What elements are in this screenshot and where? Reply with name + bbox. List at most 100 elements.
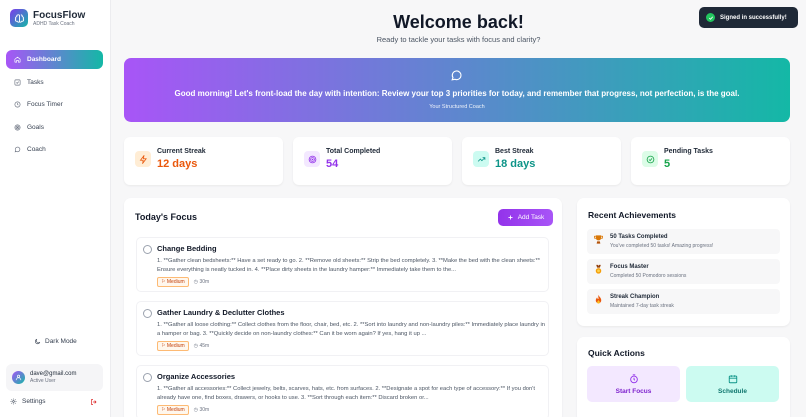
- stat-label: Total Completed: [326, 148, 381, 155]
- sidebar-item-label: Coach: [27, 146, 46, 153]
- flame-icon: [595, 294, 602, 304]
- settings-button[interactable]: Settings: [10, 398, 46, 405]
- stat-label: Best Streak: [495, 148, 534, 155]
- user-status: Active User: [30, 378, 56, 384]
- stat-value: 12 days: [157, 158, 198, 170]
- logout-icon: [91, 398, 97, 406]
- brand[interactable]: FocusFlow ADHD Task Coach: [10, 9, 85, 27]
- trophy-icon: [594, 235, 603, 244]
- start-focus-button[interactable]: Start Focus: [587, 366, 680, 402]
- sidebar-item-tasks[interactable]: Tasks: [6, 73, 103, 92]
- sidebar-item-focus-timer[interactable]: Focus Timer: [6, 95, 103, 114]
- stat-value: 18 days: [495, 158, 536, 170]
- section-title: Quick Actions: [588, 348, 645, 358]
- task-title: Change Bedding: [157, 244, 217, 253]
- schedule-label: Schedule: [718, 387, 747, 395]
- priority-badge: ⚐ Medium: [157, 405, 189, 415]
- lightning-icon: [135, 151, 151, 167]
- task-description: 1. **Gather all loose clothing:** Collec…: [157, 322, 545, 337]
- gear-icon: [10, 398, 17, 405]
- sidebar-item-dashboard[interactable]: Dashboard: [6, 50, 103, 69]
- task-description: 1. **Gather all accessories:** Collect j…: [157, 386, 535, 401]
- moon-icon: [35, 338, 41, 344]
- task-meta: ⚐ Medium ◷ 45m: [157, 341, 209, 351]
- page-subtitle: Ready to tackle your tasks with focus an…: [376, 35, 541, 44]
- trend-up-icon: [473, 151, 489, 167]
- achievement-name: 50 Tasks Completed: [610, 234, 668, 240]
- section-title: Today's Focus: [135, 212, 197, 222]
- stat-total-completed: Total Completed 54: [293, 137, 452, 185]
- achievement-desc: You've completed 50 tasks! Amazing progr…: [610, 243, 714, 249]
- section-title: Recent Achievements: [588, 210, 677, 220]
- task-checkbox[interactable]: [143, 373, 152, 382]
- achievement-name: Streak Champion: [610, 294, 660, 300]
- task-duration: ◷ 30m: [193, 279, 210, 285]
- achievement-desc: Completed 50 Pomodoro sessions: [610, 273, 687, 279]
- clock-icon: [14, 101, 21, 108]
- user-profile[interactable]: dave@gmail.com Active User: [6, 364, 103, 391]
- task-checkbox[interactable]: [143, 245, 152, 254]
- schedule-button[interactable]: Schedule: [686, 366, 779, 402]
- sidebar-item-label: Tasks: [27, 78, 44, 86]
- task-duration: ◷ 45m: [193, 343, 210, 349]
- brand-name: FocusFlow: [33, 9, 86, 21]
- task-description: 1. **Gather clean bedsheets:** Have a se…: [157, 258, 541, 273]
- coach-banner: Good morning! Let's front-load the day w…: [124, 58, 790, 122]
- chat-icon: [14, 146, 21, 153]
- achievement-desc: Maintained 7-day task streak: [610, 303, 674, 309]
- user-icon: [15, 374, 22, 381]
- task-duration: ◷ 30m: [193, 407, 210, 413]
- main-content: Welcome back! Ready to tackle your tasks…: [111, 0, 806, 417]
- home-icon: [14, 56, 21, 63]
- coach-message: Good morning! Let's front-load the day w…: [174, 89, 740, 98]
- target-icon: [304, 151, 320, 167]
- achievements-panel: Recent Achievements 50 Tasks Completed Y…: [577, 198, 790, 326]
- stat-best-streak: Best Streak 18 days: [462, 137, 621, 185]
- stat-value: 54: [326, 158, 339, 170]
- sidebar-item-label: Dashboard: [27, 56, 61, 63]
- stat-label: Current Streak: [157, 148, 206, 155]
- logout-button[interactable]: [90, 398, 98, 408]
- start-focus-label: Start Focus: [615, 387, 652, 395]
- target-icon: [14, 124, 21, 130]
- sidebar-item-label: Goals: [27, 123, 44, 131]
- achievement-item: Focus Master Completed 50 Pomodoro sessi…: [587, 259, 780, 284]
- stat-pending-tasks: Pending Tasks 5: [631, 137, 790, 185]
- settings-label: Settings: [22, 398, 46, 405]
- task-meta: ⚐ Medium ◷ 30m: [157, 405, 209, 415]
- calendar-icon: [728, 374, 737, 383]
- stat-current-streak: Current Streak 12 days: [124, 137, 283, 185]
- achievement-item: Streak Champion Maintained 7-day task st…: [587, 289, 780, 314]
- checklist-icon: [14, 79, 21, 85]
- stat-value: 5: [664, 158, 671, 170]
- sidebar: FocusFlow ADHD Task Coach Dashboard Task…: [0, 0, 111, 417]
- task-card[interactable]: Organize Accessories 1. **Gather all acc…: [136, 365, 549, 417]
- task-checkbox[interactable]: [143, 309, 152, 318]
- chat-bubble-icon: [451, 70, 462, 81]
- task-title: Gather Laundry & Declutter Clothes: [157, 308, 285, 317]
- dark-mode-toggle[interactable]: Dark Mode: [34, 338, 77, 345]
- check-circle-icon: [706, 13, 715, 22]
- add-task-label: Add Task: [517, 214, 545, 221]
- timer-icon: [629, 373, 638, 383]
- priority-badge: ⚐ Medium: [157, 341, 189, 351]
- task-card[interactable]: Change Bedding 1. **Gather clean bedshee…: [136, 237, 549, 292]
- task-card[interactable]: Gather Laundry & Declutter Clothes 1. **…: [136, 301, 549, 356]
- medal-icon: [595, 264, 602, 274]
- user-email: dave@gmail.com: [30, 371, 77, 377]
- coach-signature: Your Structured Coach: [429, 104, 485, 110]
- sidebar-item-label: Focus Timer: [27, 101, 63, 108]
- todays-focus-panel: Today's Focus Add Task Change Bedding 1.…: [124, 198, 562, 417]
- check-circle-icon: [642, 151, 658, 167]
- brain-logo-icon: [10, 9, 28, 27]
- sidebar-item-coach[interactable]: Coach: [6, 140, 103, 159]
- achievement-name: Focus Master: [610, 264, 649, 270]
- plus-icon: [508, 215, 513, 220]
- stat-label: Pending Tasks: [664, 148, 713, 155]
- task-title: Organize Accessories: [157, 372, 236, 381]
- achievement-item: 50 Tasks Completed You've completed 50 t…: [587, 229, 780, 254]
- sidebar-item-goals[interactable]: Goals: [6, 118, 103, 137]
- add-task-button[interactable]: Add Task: [498, 209, 553, 226]
- priority-badge: ⚐ Medium: [157, 277, 189, 287]
- quick-actions-panel: Quick Actions Start Focus Schedule: [577, 337, 790, 417]
